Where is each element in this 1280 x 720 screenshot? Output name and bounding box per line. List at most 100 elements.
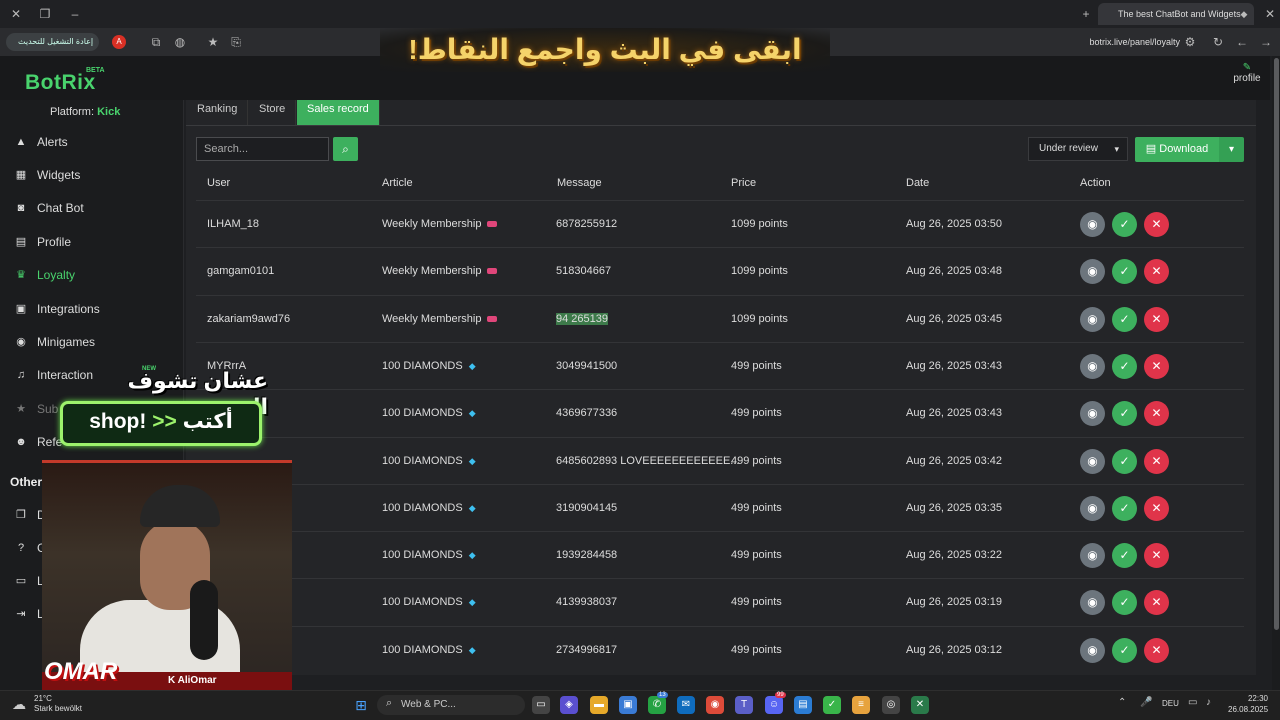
download-button[interactable]: ▤ Download (1135, 137, 1219, 162)
approve-button[interactable]: ✓ (1112, 259, 1137, 285)
tray-chevron-icon[interactable]: ⌃ (1118, 697, 1126, 708)
view-button[interactable]: ◉ (1080, 401, 1105, 427)
view-button[interactable]: ◉ (1080, 353, 1105, 379)
tab-store[interactable]: Store (249, 100, 297, 125)
site-settings-icon[interactable]: ⚙ (1182, 34, 1198, 50)
copilot-icon[interactable]: ◈ (560, 696, 578, 714)
whatsapp-icon[interactable]: ✆ (648, 696, 666, 714)
forward-icon[interactable]: → (1258, 34, 1274, 50)
chrome-icon[interactable]: ◉ (706, 696, 724, 714)
approve-button[interactable]: ✓ (1112, 306, 1137, 332)
tab-ranking[interactable]: Ranking (187, 100, 249, 125)
cell-price: 499 points (731, 454, 782, 467)
view-button[interactable]: ◉ (1080, 590, 1105, 616)
search-input[interactable]: Search... (196, 137, 329, 161)
reject-button[interactable]: ✕ (1144, 306, 1169, 332)
sidebar-item-chat-bot[interactable]: ◙ Chat Bot (0, 191, 184, 224)
approve-button[interactable]: ✓ (1112, 212, 1137, 237)
notepad-icon[interactable]: ▤ (794, 696, 812, 714)
close-window-icon[interactable]: ✕ (8, 6, 24, 22)
reject-button[interactable]: ✕ (1144, 401, 1169, 427)
browser-tab[interactable]: The best ChatBot and Widgets (1098, 3, 1254, 25)
tab-sales-record[interactable]: Sales record (297, 100, 380, 125)
view-button[interactable]: ◉ (1080, 306, 1105, 332)
stack-icon[interactable]: ≡ (852, 696, 870, 714)
address-bar[interactable]: botrix.live/panel/loyalty (1040, 34, 1180, 50)
cell-price: 1099 points (731, 218, 788, 230)
app-icon[interactable]: ✓ (823, 696, 841, 714)
tab-favicon-icon: ◆ (1240, 9, 1248, 19)
reload-update-button[interactable]: إعادة التشغيل للتحديث (6, 33, 100, 51)
reject-button[interactable]: ✕ (1144, 259, 1169, 285)
task-view-icon[interactable]: ▭ (532, 696, 550, 714)
status-filter-select[interactable]: Under review ▾ (1028, 137, 1128, 161)
reject-button[interactable]: ✕ (1144, 448, 1169, 474)
profile-link[interactable]: ✎ profile (1230, 62, 1264, 84)
check-icon: ✓ (1119, 500, 1130, 515)
view-button[interactable]: ◉ (1080, 543, 1105, 569)
view-button[interactable]: ◉ (1080, 495, 1105, 521)
close-tab-icon[interactable]: ✕ (1262, 6, 1278, 22)
obs-icon[interactable]: ◎ (882, 696, 900, 714)
sidebar-item-alerts[interactable]: ▲ Alerts (0, 125, 184, 158)
excel-icon[interactable]: ✕ (911, 696, 929, 714)
sidebar-item-widgets[interactable]: ▦ Widgets (0, 158, 184, 191)
reject-button[interactable]: ✕ (1144, 353, 1169, 379)
cast-icon[interactable]: ⎘ (228, 34, 244, 50)
network-icon[interactable]: ▭ (1188, 697, 1197, 708)
reload-icon[interactable]: ↻ (1210, 34, 1226, 50)
view-button[interactable]: ◉ (1080, 637, 1105, 663)
reject-button[interactable]: ✕ (1144, 543, 1169, 569)
approve-button[interactable]: ✓ (1112, 448, 1137, 474)
microphone-icon[interactable]: 🎤 (1140, 697, 1152, 708)
taskbar-search[interactable]: Web & PC... (377, 695, 525, 715)
view-button[interactable]: ◉ (1080, 448, 1105, 474)
teams-icon[interactable]: T (735, 696, 753, 714)
outlook-icon[interactable]: ✉ (677, 696, 695, 714)
scrollbar-thumb[interactable] (1274, 58, 1279, 630)
download-dropdown-toggle[interactable]: ▾ (1219, 137, 1244, 162)
restore-window-icon[interactable]: ❐ (37, 6, 53, 22)
close-icon: ✕ (1151, 406, 1162, 421)
sidebar-item-label: Chat Bot (37, 200, 84, 215)
approve-button[interactable]: ✓ (1112, 353, 1137, 379)
botrix-logo[interactable]: BotRix (25, 71, 96, 95)
language-indicator[interactable]: DEU (1162, 699, 1179, 708)
streamer-name: AliOmar (177, 675, 217, 686)
approve-button[interactable]: ✓ (1112, 637, 1137, 663)
new-tab-icon[interactable]: + (1078, 6, 1094, 22)
article-name: 100 DIAMONDS (382, 407, 463, 420)
sidebar-item-minigames[interactable]: ◉ Minigames (0, 325, 184, 358)
approve-button[interactable]: ✓ (1112, 543, 1137, 569)
discord-icon[interactable]: ☺ (765, 696, 783, 714)
column-header-date: Date (906, 177, 930, 189)
cell-user: zakariam9awd76 (207, 312, 291, 325)
approve-button[interactable]: ✓ (1112, 401, 1137, 427)
view-button[interactable]: ◉ (1080, 259, 1105, 285)
sidebar-item-label: Loyalty (37, 267, 76, 282)
reject-button[interactable]: ✕ (1144, 590, 1169, 616)
system-clock[interactable]: 22:30 26.08.2025 (1228, 693, 1268, 715)
view-button[interactable]: ◉ (1080, 212, 1105, 237)
search-button[interactable]: ⌕ (333, 137, 358, 161)
back-icon[interactable]: ← (1234, 34, 1250, 50)
volume-icon[interactable]: ♪ (1206, 697, 1211, 708)
windows-start-icon[interactable]: ⊞ (352, 696, 370, 714)
weather-widget[interactable]: 21°C Stark bewölkt (34, 694, 82, 714)
approve-button[interactable]: ✓ (1112, 590, 1137, 616)
sidebar-item-integrations[interactable]: ▣ Integrations (0, 292, 184, 325)
reject-button[interactable]: ✕ (1144, 212, 1169, 237)
globe-icon[interactable]: ◍ (172, 34, 188, 50)
bookmark-star-icon[interactable]: ★ (205, 34, 221, 50)
reject-button[interactable]: ✕ (1144, 637, 1169, 663)
extensions-icon[interactable]: ⧉ (148, 34, 164, 50)
profile-avatar-icon[interactable]: A (112, 35, 126, 49)
store-icon[interactable]: ▣ (619, 696, 637, 714)
sidebar-item-loyalty[interactable]: ♛ Loyalty (0, 258, 184, 291)
reject-button[interactable]: ✕ (1144, 495, 1169, 521)
approve-button[interactable]: ✓ (1112, 495, 1137, 521)
minimize-window-icon[interactable]: – (67, 6, 83, 22)
file-explorer-icon[interactable]: ▬ (590, 696, 608, 714)
table-row: 100 DIAMONDS ◆ 3190904145 499 points Aug 26,… (196, 483, 1244, 531)
sidebar-item-profile[interactable]: ▤ Profile (0, 225, 184, 258)
